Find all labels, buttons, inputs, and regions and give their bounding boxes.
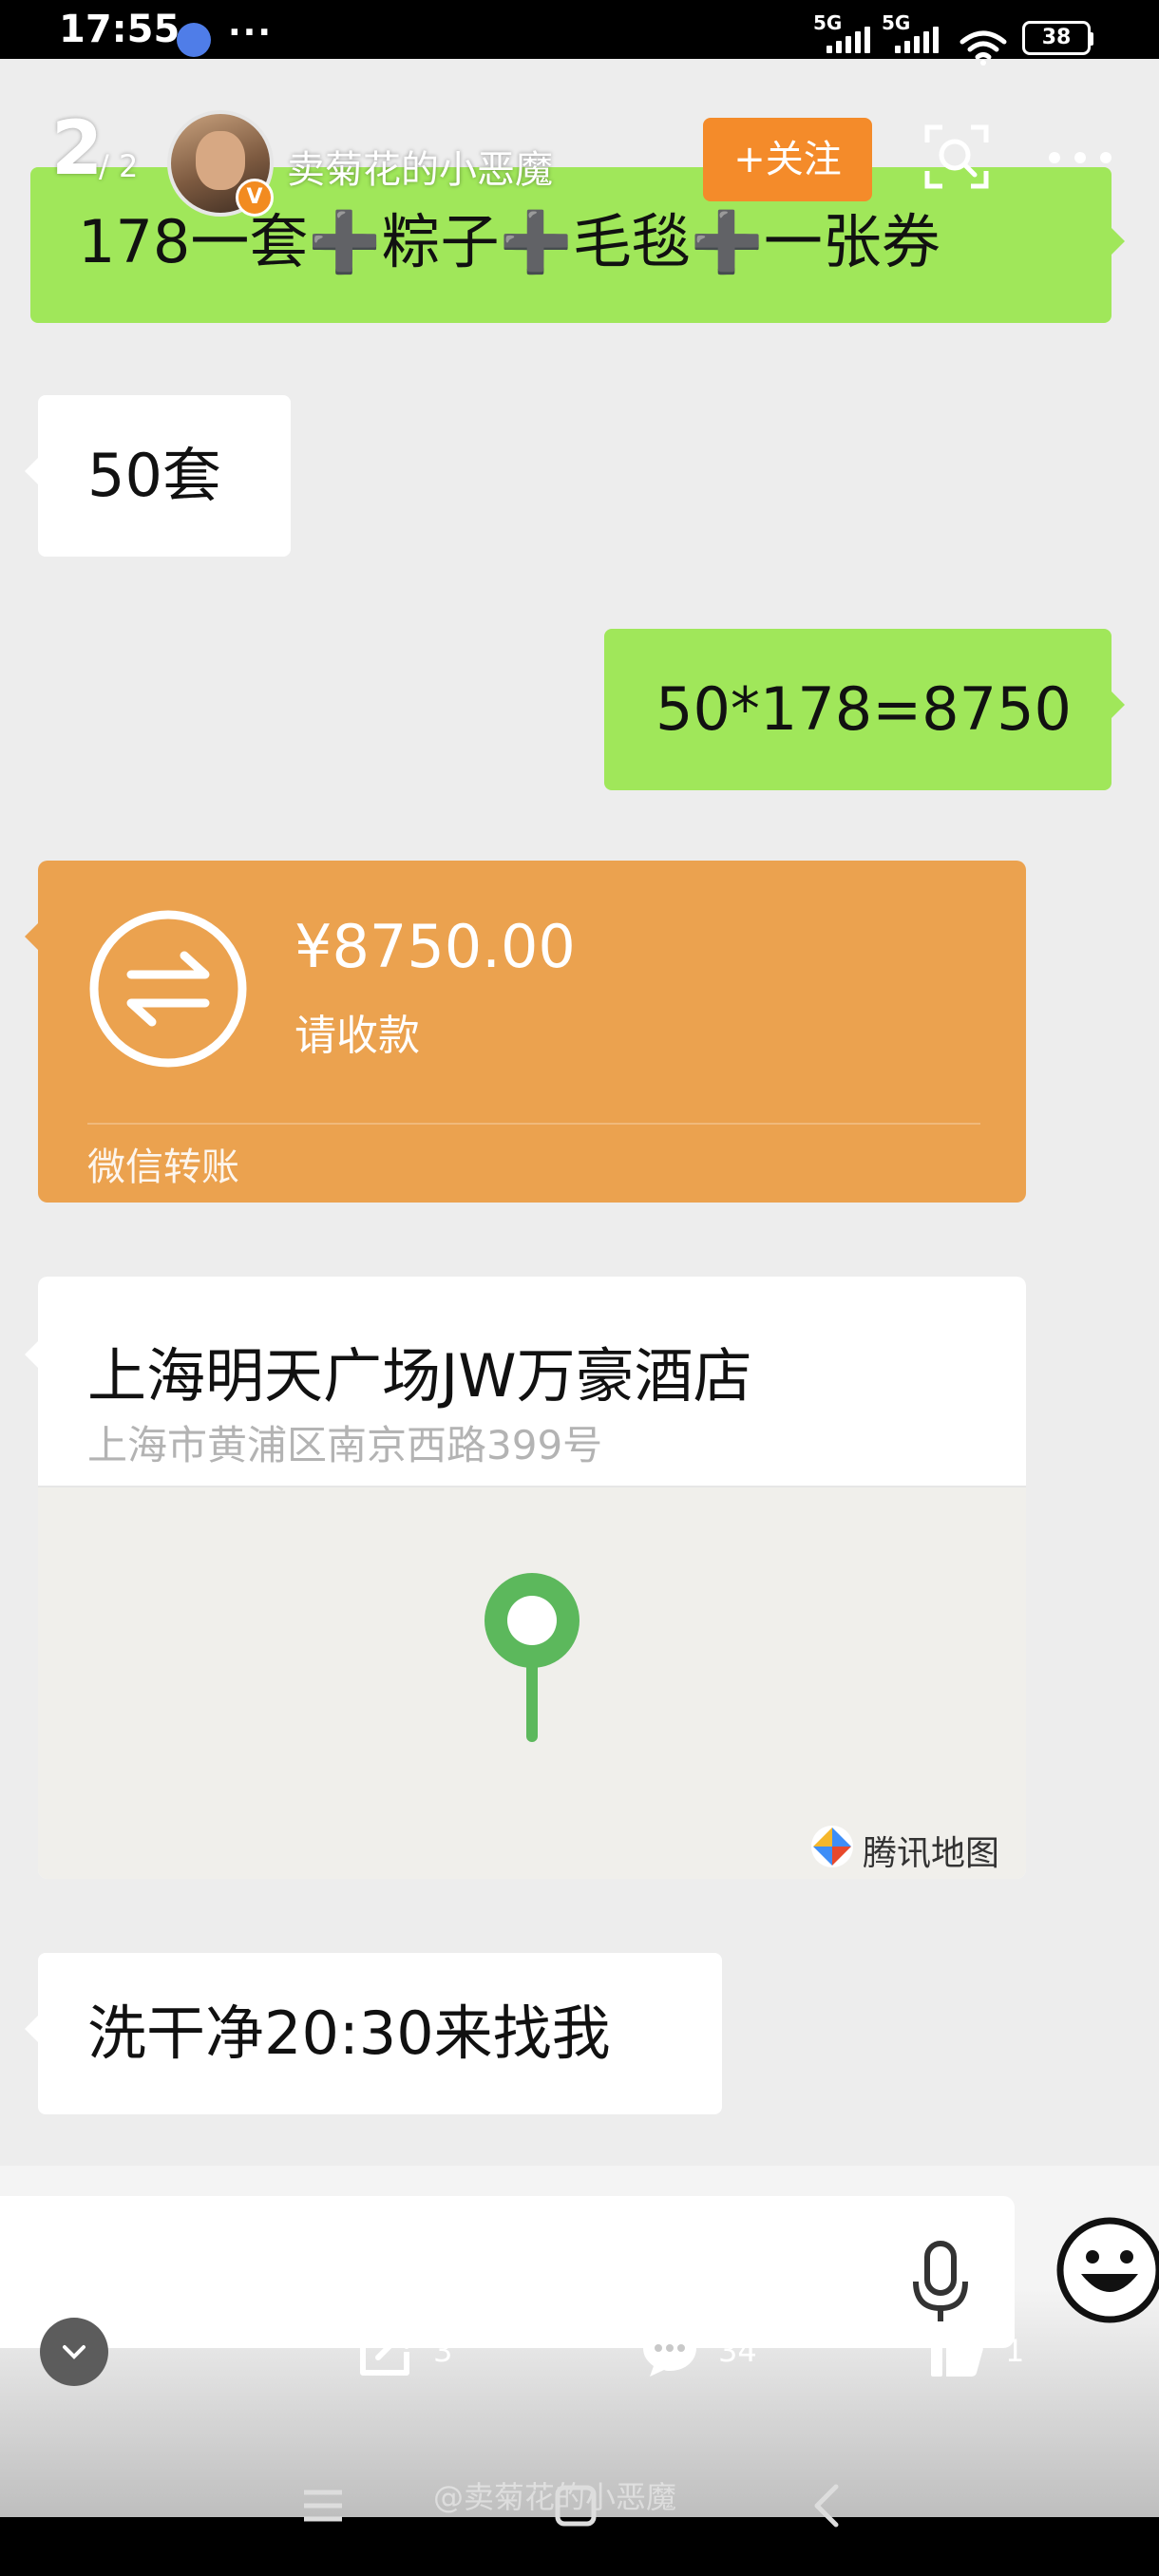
like-icon[interactable] — [927, 2321, 986, 2380]
map-brand-text: 腾讯地图 — [863, 1834, 1000, 1873]
message-bubble-outgoing[interactable]: 50*178=8750 — [604, 629, 1125, 790]
message-text: 50*178=8750 — [656, 674, 1072, 744]
map-preview[interactable]: 腾讯地图 — [38, 1486, 1026, 1879]
repost-count: 3 — [433, 2333, 453, 2369]
emoji-icon[interactable] — [1054, 2215, 1159, 2325]
more-icon[interactable] — [1049, 152, 1112, 163]
message-text: 洗干净20:30来找我 — [87, 1998, 611, 2068]
status-bar: 17:55 ··· 5G 5G 38 — [0, 0, 1159, 66]
mic-icon[interactable] — [910, 2240, 971, 2325]
follow-button[interactable]: +关注 — [703, 118, 872, 201]
verified-badge: V — [236, 179, 274, 217]
location-address: 上海市黄浦区南京西路399号 — [87, 1422, 603, 1468]
transfer-amount: ¥8750.00 — [294, 912, 576, 981]
map-pin-icon — [484, 1573, 580, 1742]
header-username[interactable]: 卖菊花的小恶魔 — [287, 139, 553, 194]
message-bubble-incoming[interactable]: 洗干净20:30来找我 — [25, 1953, 722, 2114]
message-text: 50套 — [87, 441, 221, 510]
tencent-map-logo — [811, 1826, 853, 1867]
chevron-down-icon — [63, 2345, 86, 2359]
image-counter-total: / 2 — [99, 148, 139, 184]
app-icon — [177, 23, 211, 57]
image-counter-current: 2 — [51, 106, 104, 192]
battery-icon: 38 — [1022, 21, 1091, 55]
comment-icon[interactable] — [640, 2321, 699, 2380]
status-more-indicator: ··· — [228, 13, 274, 52]
transfer-source: 微信转账 — [87, 1146, 239, 1189]
repost-icon[interactable] — [355, 2321, 414, 2380]
location-card[interactable]: 上海明天广场JW万豪酒店 上海市黄浦区南京西路399号 腾讯地图 — [38, 1277, 1026, 1879]
divider — [87, 1123, 980, 1125]
bubble-tail — [25, 1341, 38, 1368]
transfer-arrows-icon — [89, 910, 247, 1068]
home-icon[interactable] — [555, 2485, 597, 2527]
comment-count: 34 — [718, 2333, 757, 2369]
menu-icon[interactable] — [302, 2487, 344, 2525]
scan-icon[interactable] — [923, 123, 990, 190]
transfer-status: 请收款 — [294, 1012, 420, 1060]
location-name: 上海明天广场JW万豪酒店 — [87, 1341, 752, 1411]
like-count: 1 — [1005, 2333, 1025, 2369]
battery-tip — [1089, 32, 1093, 46]
message-bubble-incoming[interactable]: 50套 — [25, 395, 291, 557]
image-viewer-header: 2 / 2 V 卖菊花的小恶魔 +关注 — [0, 59, 1159, 249]
back-icon[interactable] — [811, 2483, 842, 2529]
message-input[interactable] — [0, 2196, 1015, 2348]
status-time: 17:55 — [59, 8, 180, 51]
transfer-card[interactable]: ¥8750.00 请收款 微信转账 — [25, 861, 1026, 1203]
collapse-button[interactable] — [40, 2318, 108, 2386]
avatar-face — [196, 131, 245, 190]
